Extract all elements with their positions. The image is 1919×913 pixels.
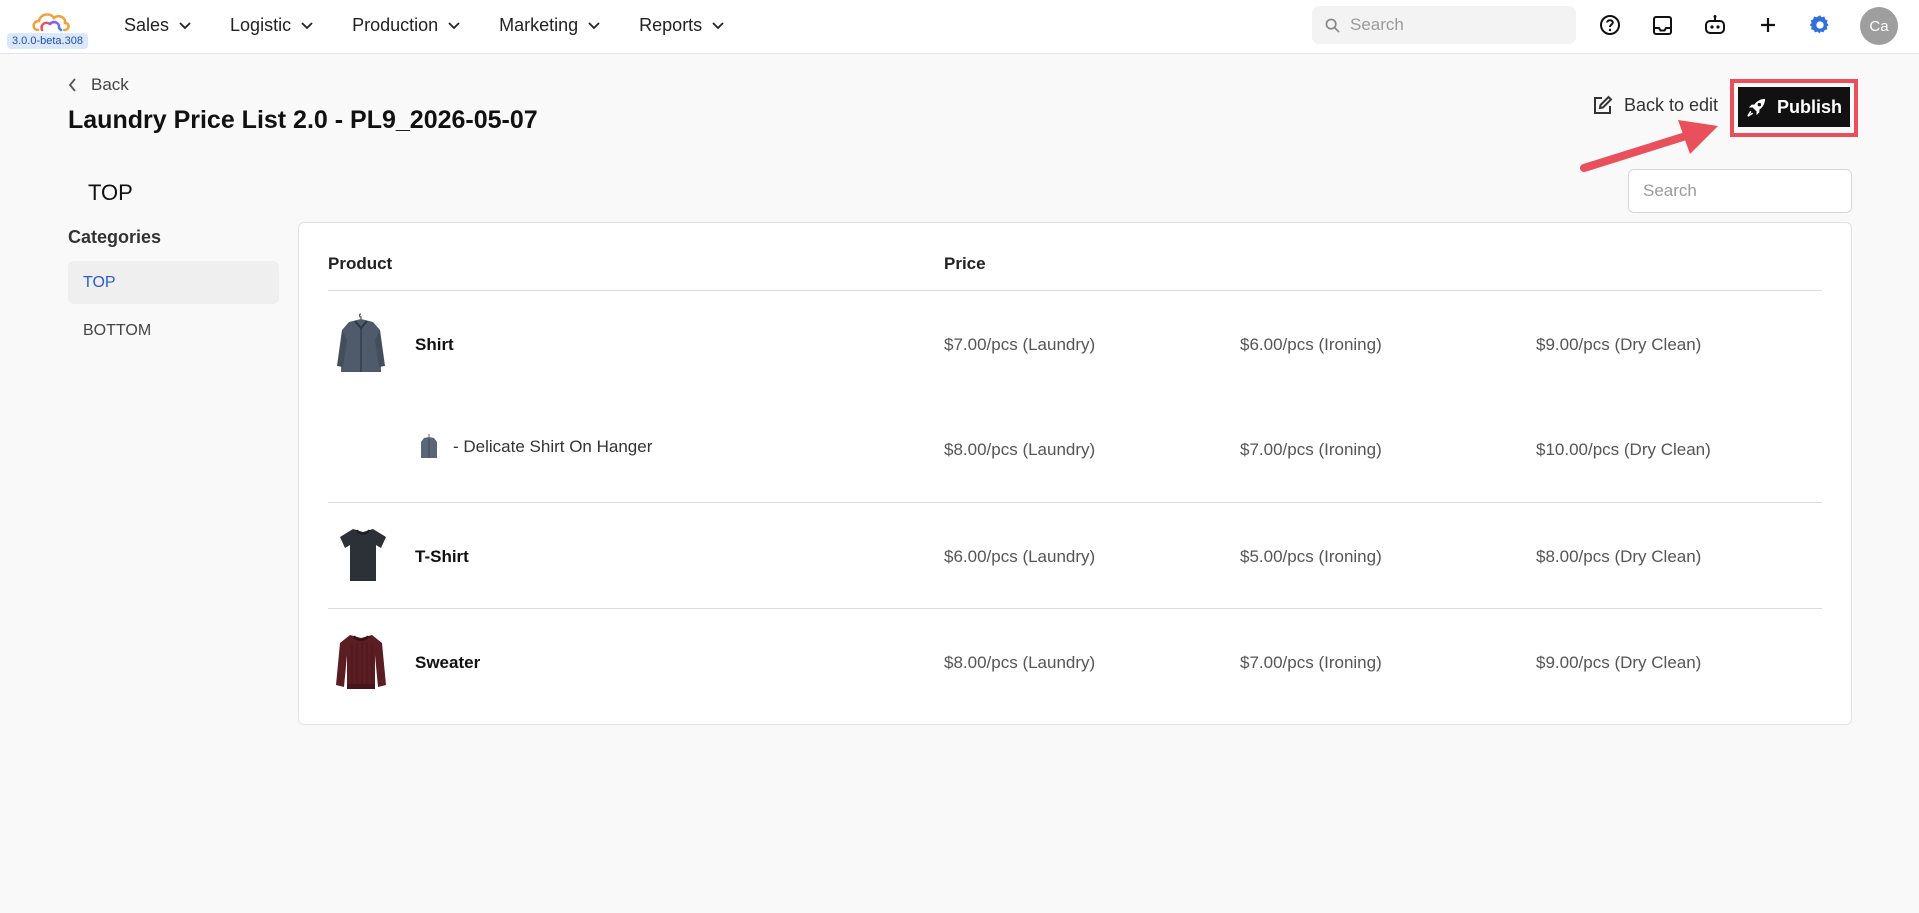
- avatar[interactable]: Ca: [1860, 7, 1898, 45]
- product-name: Shirt: [415, 335, 454, 354]
- tshirt-image: [340, 529, 386, 581]
- back-label: Back: [91, 75, 129, 94]
- price-ironing: $7.00/pcs (Ironing): [1240, 440, 1382, 459]
- product-name: T-Shirt: [415, 547, 469, 566]
- top-navbar: 3.0.0-beta.308 Sales Logistic Production…: [0, 0, 1919, 54]
- nav-item-label: Marketing: [499, 14, 579, 35]
- chevron-left-icon: [68, 78, 76, 92]
- nav-item-reports[interactable]: Reports: [639, 15, 725, 36]
- sweater-image: [336, 635, 386, 689]
- nav-item-production[interactable]: Production: [352, 15, 461, 36]
- chevron-down-icon: [301, 22, 313, 30]
- publish-button[interactable]: Publish: [1738, 87, 1850, 127]
- price-ironing: $5.00/pcs (Ironing): [1240, 547, 1382, 566]
- nav-item-label: Logistic: [230, 14, 292, 35]
- price-ironing: $7.00/pcs (Ironing): [1240, 653, 1382, 672]
- price-column-header: Price: [944, 254, 986, 273]
- product-search-input[interactable]: [1628, 169, 1852, 213]
- price-dry-clean: $10.00/pcs (Dry Clean): [1536, 440, 1711, 459]
- version-badge: 3.0.0-beta.308: [7, 33, 88, 49]
- shirt-image: [337, 313, 385, 372]
- edit-icon: [1594, 95, 1613, 114]
- category-item-top[interactable]: TOP: [68, 261, 279, 304]
- row-divider: [328, 608, 1822, 609]
- chevron-down-icon: [448, 22, 460, 30]
- section-title: TOP: [88, 180, 133, 205]
- category-item-bottom[interactable]: BOTTOM: [68, 309, 279, 352]
- publish-label: Publish: [1776, 96, 1842, 117]
- price-laundry: $7.00/pcs (Laundry): [944, 335, 1096, 354]
- nav-item-label: Reports: [639, 14, 703, 35]
- settings-icon[interactable]: [1808, 13, 1832, 37]
- nav-item-marketing[interactable]: Marketing: [499, 15, 601, 36]
- categories-label: Categories: [68, 227, 162, 247]
- category-label: TOP: [83, 273, 116, 291]
- plus-icon[interactable]: [1756, 13, 1780, 37]
- price-laundry: $8.00/pcs (Laundry): [944, 440, 1096, 459]
- bot-icon[interactable]: [1703, 13, 1727, 37]
- nav-item-label: Sales: [124, 14, 170, 35]
- back-to-edit-label: Back to edit: [1624, 95, 1719, 115]
- global-search-input[interactable]: [1350, 15, 1550, 35]
- page-title: Laundry Price List 2.0 - PL9_2026-05-07: [68, 106, 538, 134]
- price-table-card: [298, 222, 1852, 725]
- price-laundry: $6.00/pcs (Laundry): [944, 547, 1096, 566]
- nav-item-sales[interactable]: Sales: [124, 15, 192, 36]
- main-nav: Sales Logistic Production Marketing Repo…: [124, 0, 725, 50]
- inbox-icon[interactable]: [1650, 13, 1674, 37]
- help-icon[interactable]: [1598, 13, 1622, 37]
- price-laundry: $8.00/pcs (Laundry): [944, 653, 1096, 672]
- search-icon: [1325, 18, 1340, 33]
- chevron-down-icon: [588, 22, 600, 30]
- header-divider: [328, 290, 1822, 291]
- chevron-down-icon: [712, 22, 724, 30]
- app-logo-icon[interactable]: [30, 8, 72, 36]
- price-ironing: $6.00/pcs (Ironing): [1240, 335, 1382, 354]
- global-search[interactable]: [1312, 6, 1576, 44]
- price-dry-clean: $9.00/pcs (Dry Clean): [1536, 653, 1702, 672]
- price-dry-clean: $9.00/pcs (Dry Clean): [1536, 335, 1702, 354]
- back-link[interactable]: Back: [68, 75, 129, 95]
- nav-item-logistic[interactable]: Logistic: [230, 15, 314, 36]
- row-divider: [328, 502, 1822, 503]
- shirt-hanger-image: [421, 434, 437, 458]
- back-to-edit-button[interactable]: Back to edit: [1592, 95, 1718, 116]
- price-dry-clean: $8.00/pcs (Dry Clean): [1536, 547, 1702, 566]
- variant-name: - Delicate Shirt On Hanger: [453, 437, 653, 456]
- rocket-icon: [1747, 98, 1766, 117]
- chevron-down-icon: [179, 22, 191, 30]
- product-name: Sweater: [415, 653, 481, 672]
- category-label: BOTTOM: [83, 321, 152, 339]
- nav-item-label: Production: [352, 14, 439, 35]
- product-column-header: Product: [328, 254, 393, 273]
